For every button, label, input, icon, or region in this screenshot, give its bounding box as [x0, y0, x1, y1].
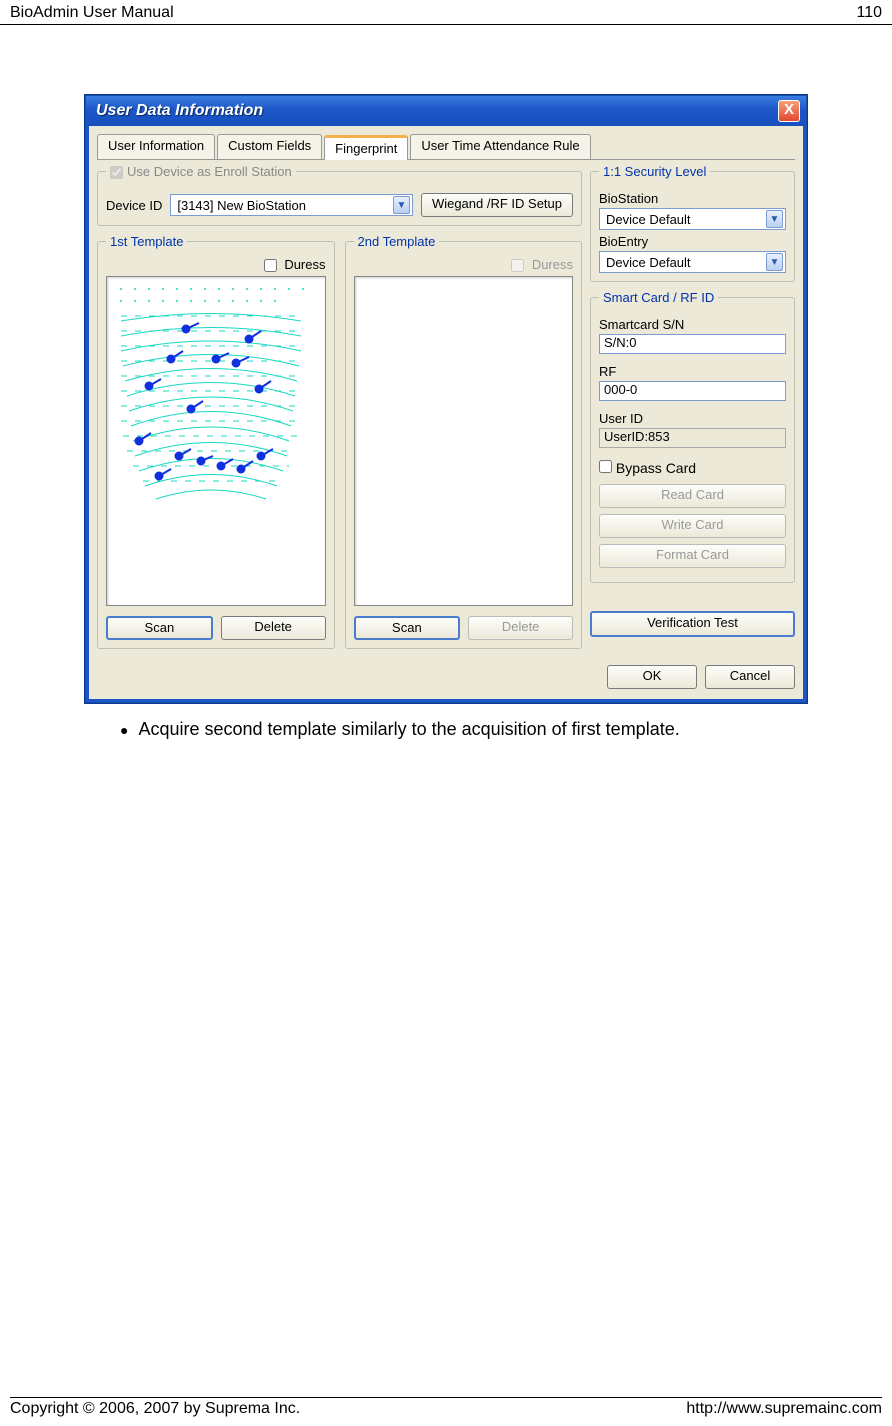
bypass-checkbox[interactable]: [599, 460, 612, 473]
duress2-row: Duress: [354, 257, 574, 272]
smartcard-legend: Smart Card / RF ID: [599, 290, 718, 305]
device-id-select[interactable]: [3143] New BioStation ▼: [170, 194, 413, 216]
tab-row: User Information Custom Fields Fingerpri…: [97, 134, 795, 160]
biostation-label: BioStation: [599, 191, 786, 206]
bypass-label: Bypass Card: [616, 460, 696, 476]
fingerprint2-canvas: [354, 276, 574, 606]
user-data-dialog: User Data Information X User Information…: [85, 95, 807, 703]
wiegand-setup-button[interactable]: Wiegand /RF ID Setup: [421, 193, 573, 217]
duress1-row: Duress: [106, 257, 326, 272]
close-icon[interactable]: X: [778, 100, 800, 122]
userid-field: UserID:853: [599, 428, 786, 448]
titlebar[interactable]: User Data Information X: [86, 96, 806, 126]
enroll-checkbox: [110, 166, 123, 179]
first-template-legend: 1st Template: [106, 234, 187, 249]
write-card-button: Write Card: [599, 514, 786, 538]
footer-url: http://www.supremainc.com: [686, 1400, 882, 1418]
read-card-button: Read Card: [599, 484, 786, 508]
tab-user-information[interactable]: User Information: [97, 134, 215, 159]
scan2-button[interactable]: Scan: [354, 616, 461, 640]
sn-field[interactable]: S/N:0: [599, 334, 786, 354]
tab-fingerprint[interactable]: Fingerprint: [324, 135, 408, 160]
chevron-down-icon: ▼: [393, 196, 410, 214]
security-level-group: 1:1 Security Level BioStation Device Def…: [590, 164, 795, 282]
enroll-legend: Use Device as Enroll Station: [106, 164, 296, 179]
security-legend: 1:1 Security Level: [599, 164, 710, 179]
scan1-button[interactable]: Scan: [106, 616, 213, 640]
chevron-down-icon: ▼: [766, 210, 783, 228]
device-id-label: Device ID: [106, 198, 162, 213]
manual-title: BioAdmin User Manual: [10, 4, 174, 22]
format-card-button: Format Card: [599, 544, 786, 568]
dialog-title: User Data Information: [96, 102, 263, 120]
bioentry-label: BioEntry: [599, 234, 786, 249]
duress1-checkbox[interactable]: [264, 259, 277, 272]
fingerprint1-canvas: [106, 276, 326, 606]
dialog-body: User Information Custom Fields Fingerpri…: [86, 126, 806, 702]
smartcard-group: Smart Card / RF ID Smartcard S/N S/N:0 R…: [590, 290, 795, 583]
duress1-label: Duress: [284, 257, 325, 272]
page-number: 110: [856, 4, 882, 22]
chevron-down-icon: ▼: [766, 253, 783, 271]
tab-time-attendance[interactable]: User Time Attendance Rule: [410, 134, 590, 159]
biostation-select[interactable]: Device Default ▼: [599, 208, 786, 230]
bioentry-value: Device Default: [606, 255, 691, 270]
cancel-button[interactable]: Cancel: [705, 665, 795, 689]
duress2-checkbox: [511, 259, 524, 272]
rf-field[interactable]: 000-0: [599, 381, 786, 401]
second-template-legend: 2nd Template: [354, 234, 440, 249]
sn-label: Smartcard S/N: [599, 317, 786, 332]
instruction-bullet: Acquire second template similarly to the…: [120, 719, 892, 740]
ok-button[interactable]: OK: [607, 665, 697, 689]
delete2-button: Delete: [468, 616, 573, 640]
bioentry-select[interactable]: Device Default ▼: [599, 251, 786, 273]
userid-label: User ID: [599, 411, 786, 426]
tab-custom-fields[interactable]: Custom Fields: [217, 134, 322, 159]
copyright-text: Copyright © 2006, 2007 by Suprema Inc.: [10, 1400, 300, 1418]
fingerprint-icon: [111, 281, 311, 521]
rf-label: RF: [599, 364, 786, 379]
page-footer: Copyright © 2006, 2007 by Suprema Inc. h…: [10, 1397, 882, 1418]
device-id-value: [3143] New BioStation: [177, 198, 306, 213]
duress2-label: Duress: [532, 257, 573, 272]
first-template-group: 1st Template Duress: [97, 234, 335, 649]
enroll-legend-text: Use Device as Enroll Station: [127, 164, 292, 179]
page-header: BioAdmin User Manual 110: [0, 0, 892, 25]
enroll-group: Use Device as Enroll Station Device ID […: [97, 164, 582, 226]
delete1-button[interactable]: Delete: [221, 616, 326, 640]
second-template-group: 2nd Template Duress Scan Delete: [345, 234, 583, 649]
biostation-value: Device Default: [606, 212, 691, 227]
verification-test-button[interactable]: Verification Test: [590, 611, 795, 637]
